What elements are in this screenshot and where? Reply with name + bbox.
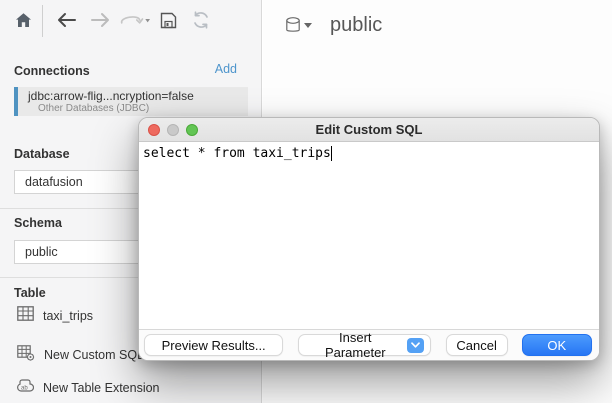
cancel-button[interactable]: Cancel — [446, 334, 508, 356]
text-cursor — [331, 146, 333, 161]
zoom-icon[interactable] — [186, 124, 198, 136]
connection-title: jdbc:arrow-flig...ncryption=false — [28, 89, 248, 103]
minimize-icon[interactable] — [167, 124, 179, 136]
main-header: public — [285, 14, 382, 37]
table-item-label: New Table Extension — [43, 381, 160, 395]
dialog-footer: Preview Results... Insert Parameter Canc… — [139, 329, 599, 360]
connection-subtitle: Other Databases (JDBC) — [28, 103, 248, 114]
back-arrow-icon[interactable] — [55, 9, 77, 31]
schema-select-value: public — [25, 245, 58, 259]
connections-label: Connections — [14, 64, 90, 78]
svg-text:ab: ab — [21, 385, 28, 391]
custom-sql-icon — [17, 345, 35, 366]
new-table-extension-item[interactable]: ab New Table Extension — [17, 379, 160, 397]
insert-parameter-label: Insert Parameter — [311, 330, 399, 360]
toolbar-divider — [42, 5, 43, 37]
page-title: public — [330, 14, 382, 37]
connections-header: Connections Add — [14, 62, 237, 78]
table-item-taxi-trips[interactable]: taxi_trips — [17, 307, 93, 325]
table-item-label: New Custom SQL — [44, 348, 144, 362]
table-item-label: taxi_trips — [43, 309, 93, 323]
refresh-icon[interactable] — [190, 9, 212, 31]
ok-button[interactable]: OK — [522, 334, 592, 356]
traffic-lights — [148, 124, 198, 136]
save-icon[interactable] — [157, 9, 179, 31]
preview-results-button[interactable]: Preview Results... — [144, 334, 283, 356]
toolbar — [0, 0, 262, 46]
edit-custom-sql-dialog: Edit Custom SQL select * from taxi_trips… — [138, 117, 600, 361]
database-cylinder-dropdown[interactable] — [285, 16, 312, 36]
table-section-label: Table — [14, 286, 46, 300]
database-select-value: datafusion — [25, 175, 83, 189]
table-extension-icon: ab — [17, 378, 34, 399]
redo-dropdown-icon[interactable] — [118, 9, 150, 31]
insert-parameter-button[interactable]: Insert Parameter — [298, 334, 430, 356]
chevron-down-icon — [304, 23, 312, 28]
database-cylinder-icon — [285, 16, 302, 36]
database-section-label: Database — [14, 147, 70, 161]
add-connection-link[interactable]: Add — [215, 62, 237, 76]
home-icon[interactable] — [12, 9, 34, 31]
table-grid-icon — [17, 306, 34, 326]
close-icon[interactable] — [148, 124, 160, 136]
app-window: Connections Add jdbc:arrow-flig...ncrypt… — [0, 0, 612, 403]
sql-text: select * from taxi_trips — [143, 146, 331, 161]
dialog-title: Edit Custom SQL — [316, 122, 423, 137]
new-custom-sql-item[interactable]: New Custom SQL — [17, 346, 144, 364]
connection-item[interactable]: jdbc:arrow-flig...ncryption=false Other … — [14, 87, 248, 116]
forward-arrow-icon[interactable] — [89, 9, 111, 31]
schema-section-label: Schema — [14, 216, 62, 230]
chevron-down-icon — [407, 338, 423, 353]
dialog-titlebar[interactable]: Edit Custom SQL — [139, 118, 599, 142]
sql-text-editor[interactable]: select * from taxi_trips — [139, 143, 599, 331]
